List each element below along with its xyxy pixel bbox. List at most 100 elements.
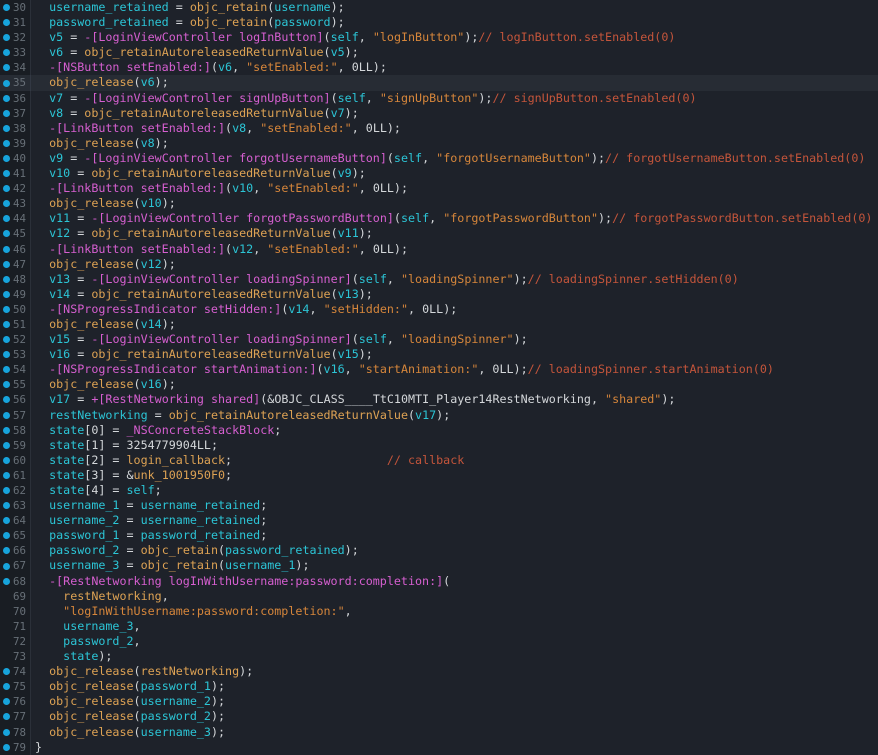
breakpoint-gutter[interactable] (0, 49, 13, 56)
breakpoint-gutter[interactable] (0, 472, 13, 479)
breakpoint-gutter[interactable] (0, 729, 13, 736)
breakpoint-gutter[interactable] (0, 366, 13, 373)
breakpoint-gutter[interactable] (0, 713, 13, 720)
breakpoint-gutter[interactable] (0, 110, 13, 117)
code-text[interactable]: -[NSProgressIndicator startAnimation:](v… (31, 362, 774, 377)
breakpoint-dot-icon[interactable] (3, 110, 10, 117)
breakpoint-gutter[interactable] (0, 125, 13, 132)
code-text[interactable]: objc_release(username_3); (31, 725, 225, 740)
code-text[interactable]: password_1 = password_retained; (31, 528, 267, 543)
breakpoint-gutter[interactable] (0, 517, 13, 524)
code-text[interactable]: -[RestNetworking logInWithUsername:passw… (31, 574, 450, 589)
breakpoint-dot-icon[interactable] (3, 713, 10, 720)
breakpoint-gutter[interactable] (0, 80, 13, 87)
breakpoint-dot-icon[interactable] (3, 683, 10, 690)
breakpoint-dot-icon[interactable] (3, 547, 10, 554)
breakpoint-gutter[interactable] (0, 412, 13, 419)
breakpoint-dot-icon[interactable] (3, 487, 10, 494)
code-text[interactable]: objc_release(restNetworking); (31, 664, 253, 679)
breakpoint-dot-icon[interactable] (3, 381, 10, 388)
breakpoint-dot-icon[interactable] (3, 366, 10, 373)
code-text[interactable]: -[NSButton setEnabled:](v6, "setEnabled:… (31, 60, 387, 75)
breakpoint-dot-icon[interactable] (3, 517, 10, 524)
code-text[interactable]: objc_release(password_1); (31, 679, 225, 694)
code-text[interactable]: -[LinkButton setEnabled:](v12, "setEnabl… (31, 242, 408, 257)
code-text[interactable]: objc_release(password_2); (31, 709, 225, 724)
breakpoint-dot-icon[interactable] (3, 215, 10, 222)
breakpoint-gutter[interactable] (0, 532, 13, 539)
code-text[interactable]: v12 = objc_retainAutoreleasedReturnValue… (31, 226, 373, 241)
breakpoint-dot-icon[interactable] (3, 668, 10, 675)
breakpoint-dot-icon[interactable] (3, 321, 10, 328)
code-text[interactable]: v9 = -[LoginViewController forgotUsernam… (31, 151, 865, 166)
breakpoint-gutter[interactable] (0, 502, 13, 509)
breakpoint-gutter[interactable] (0, 321, 13, 328)
breakpoint-dot-icon[interactable] (3, 34, 10, 41)
code-text[interactable]: objc_release(v16); (31, 377, 176, 392)
breakpoint-gutter[interactable] (0, 396, 13, 403)
code-text[interactable]: v5 = -[LoginViewController logInButton](… (31, 30, 675, 45)
code-text[interactable]: objc_release(v6); (31, 75, 169, 90)
code-text[interactable]: state[3] = &unk_1001950F0; (31, 468, 232, 483)
breakpoint-dot-icon[interactable] (3, 261, 10, 268)
code-text[interactable]: v15 = -[LoginViewController loadingSpinn… (31, 332, 528, 347)
code-text[interactable]: v17 = +[RestNetworking shared](&OBJC_CLA… (31, 392, 675, 407)
breakpoint-gutter[interactable] (0, 306, 13, 313)
breakpoint-dot-icon[interactable] (3, 396, 10, 403)
code-text[interactable]: username_1 = username_retained; (31, 498, 267, 513)
code-text[interactable]: v13 = -[LoginViewController loadingSpinn… (31, 272, 739, 287)
code-text[interactable]: v7 = -[LoginViewController signUpButton]… (31, 91, 697, 106)
breakpoint-dot-icon[interactable] (3, 578, 10, 585)
breakpoint-gutter[interactable] (0, 4, 13, 11)
breakpoint-gutter[interactable] (0, 64, 13, 71)
breakpoint-dot-icon[interactable] (3, 412, 10, 419)
breakpoint-dot-icon[interactable] (3, 563, 10, 570)
breakpoint-dot-icon[interactable] (3, 744, 10, 751)
breakpoint-dot-icon[interactable] (3, 457, 10, 464)
code-text[interactable]: state[1] = 3254779904LL; (31, 438, 218, 453)
code-text[interactable]: "logInWithUsername:password:completion:"… (31, 604, 352, 619)
breakpoint-dot-icon[interactable] (3, 140, 10, 147)
code-text[interactable]: objc_release(username_2); (31, 694, 225, 709)
breakpoint-dot-icon[interactable] (3, 276, 10, 283)
code-text[interactable]: username_retained = objc_retain(username… (31, 0, 345, 15)
breakpoint-gutter[interactable] (0, 276, 13, 283)
breakpoint-dot-icon[interactable] (3, 336, 10, 343)
code-text[interactable]: objc_release(v12); (31, 257, 176, 272)
breakpoint-gutter[interactable] (0, 95, 13, 102)
breakpoint-gutter[interactable] (0, 563, 13, 570)
code-text[interactable]: -[NSProgressIndicator setHidden:](v14, "… (31, 302, 457, 317)
code-text[interactable]: username_3, (31, 619, 141, 634)
breakpoint-dot-icon[interactable] (3, 472, 10, 479)
breakpoint-gutter[interactable] (0, 336, 13, 343)
breakpoint-dot-icon[interactable] (3, 291, 10, 298)
code-text[interactable]: } (31, 740, 42, 755)
code-text[interactable]: state[4] = self; (31, 483, 162, 498)
code-text[interactable]: objc_release(v14); (31, 317, 176, 332)
code-text[interactable]: v8 = objc_retainAutoreleasedReturnValue(… (31, 106, 359, 121)
code-text[interactable]: restNetworking = objc_retainAutoreleased… (31, 408, 450, 423)
breakpoint-dot-icon[interactable] (3, 185, 10, 192)
breakpoint-gutter[interactable] (0, 19, 13, 26)
breakpoint-gutter[interactable] (0, 457, 13, 464)
code-text[interactable]: password_retained = objc_retain(password… (31, 15, 345, 30)
code-text[interactable]: restNetworking, (31, 589, 169, 604)
breakpoint-gutter[interactable] (0, 744, 13, 751)
breakpoint-dot-icon[interactable] (3, 125, 10, 132)
breakpoint-dot-icon[interactable] (3, 502, 10, 509)
code-text[interactable]: v11 = -[LoginViewController forgotPasswo… (31, 211, 872, 226)
breakpoint-gutter[interactable] (0, 34, 13, 41)
breakpoint-dot-icon[interactable] (3, 230, 10, 237)
breakpoint-gutter[interactable] (0, 140, 13, 147)
breakpoint-gutter[interactable] (0, 487, 13, 494)
breakpoint-gutter[interactable] (0, 291, 13, 298)
breakpoint-dot-icon[interactable] (3, 64, 10, 71)
code-text[interactable]: password_2, (31, 634, 141, 649)
breakpoint-gutter[interactable] (0, 230, 13, 237)
breakpoint-dot-icon[interactable] (3, 246, 10, 253)
breakpoint-dot-icon[interactable] (3, 306, 10, 313)
code-text[interactable]: -[LinkButton setEnabled:](v8, "setEnable… (31, 121, 401, 136)
breakpoint-dot-icon[interactable] (3, 49, 10, 56)
breakpoint-gutter[interactable] (0, 683, 13, 690)
code-text[interactable]: objc_release(v8); (31, 136, 169, 151)
